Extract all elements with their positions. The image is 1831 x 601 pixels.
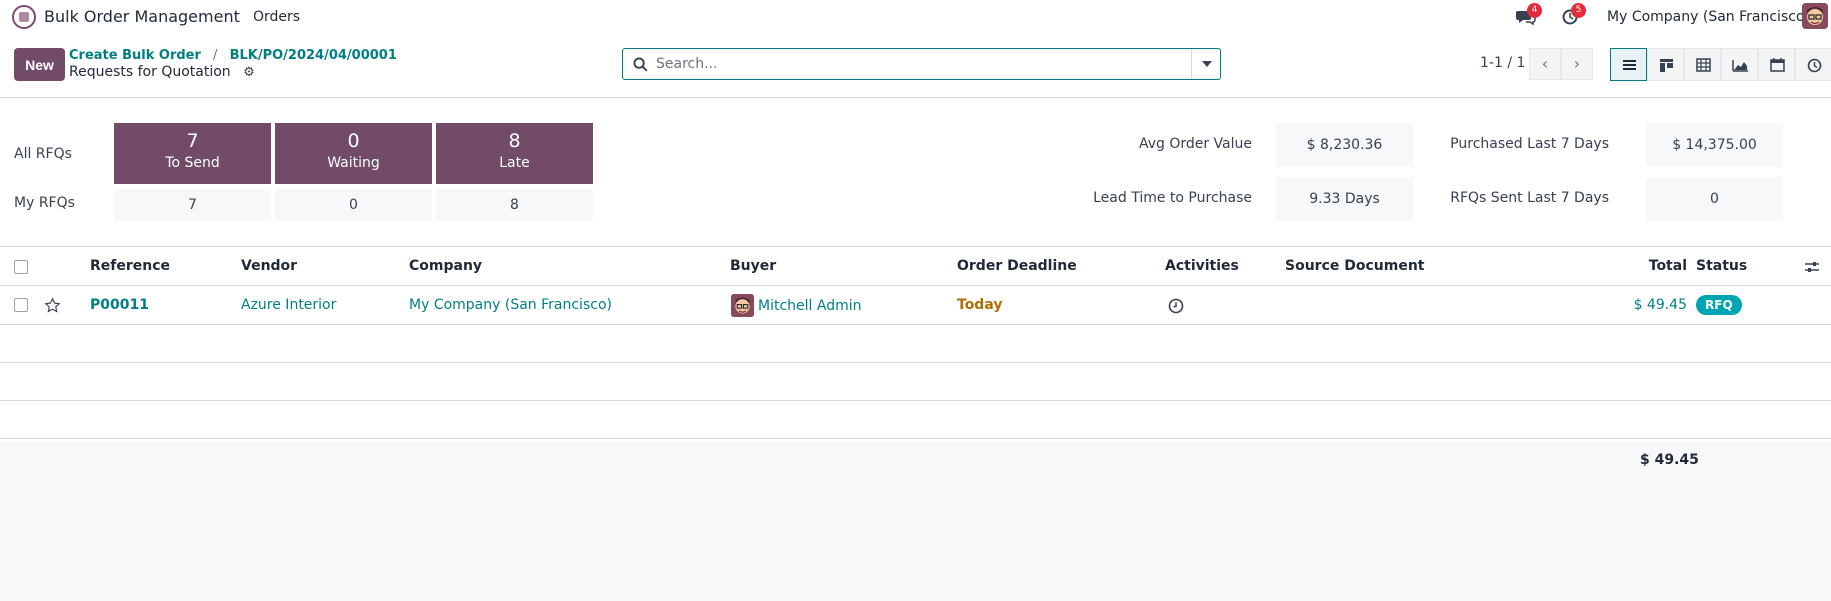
row-order-deadline: Today [957, 297, 1003, 313]
pivot-view-button[interactable] [1684, 48, 1721, 81]
column-reference[interactable]: Reference [90, 258, 170, 274]
activity-clock-icon[interactable] [1168, 298, 1184, 314]
search-icon [633, 57, 648, 72]
company-switcher[interactable]: My Company (San Francisco) [1607, 9, 1810, 25]
table-row[interactable]: P00011 Azure Interior My Company (San Fr… [0, 286, 1831, 325]
lead-time-value: 9.33 Days [1276, 177, 1413, 221]
avg-order-value-label: Avg Order Value [1138, 136, 1252, 152]
optional-columns-icon[interactable] [1804, 260, 1820, 274]
area-chart-icon [1732, 60, 1748, 72]
my-to-send[interactable]: 7 [114, 189, 271, 221]
top-navbar: Bulk Order Management Orders 4 5 My Comp… [0, 0, 1831, 34]
tile-waiting-count: 0 [347, 130, 360, 152]
page-title: Requests for Quotation ⚙ [69, 64, 255, 80]
kanban-view-button[interactable] [1647, 48, 1684, 81]
page-title-text: Requests for Quotation [69, 64, 231, 80]
app-logo-icon[interactable] [12, 5, 36, 29]
control-panel: New Create Bulk Order / BLK/PO/2024/04/0… [0, 44, 1831, 98]
table-header: Reference Vendor Company Buyer Order Dea… [0, 248, 1831, 286]
messages-badge: 4 [1527, 3, 1542, 18]
table-footer: $ 49.45 [0, 442, 1831, 601]
column-total[interactable]: Total [1649, 258, 1687, 274]
tile-waiting[interactable]: 0 Waiting [275, 123, 432, 184]
app-title[interactable]: Bulk Order Management [44, 7, 240, 26]
my-waiting[interactable]: 0 [275, 189, 432, 221]
my-rfqs-label: My RFQs [14, 195, 75, 211]
footer-total: $ 49.45 [1640, 452, 1699, 468]
pager-value[interactable]: 1-1 / 1 [1480, 55, 1525, 71]
lead-time-label: Lead Time to Purchase [1093, 190, 1252, 206]
row-buyer[interactable]: Mitchell Admin [758, 298, 862, 314]
pager-previous-button[interactable]: ‹ [1529, 48, 1561, 80]
tile-late-count: 8 [508, 130, 521, 152]
select-all-checkbox[interactable] [14, 260, 28, 274]
status-badge: RFQ [1696, 295, 1742, 315]
rfqs-sent-last-7-days-value: 0 [1646, 177, 1783, 221]
empty-row [0, 325, 1831, 363]
activities-button[interactable]: 5 [1562, 3, 1586, 26]
column-source-document[interactable]: Source Document [1285, 258, 1425, 274]
tile-to-send-label: To Send [165, 155, 220, 171]
breadcrumb: Create Bulk Order / BLK/PO/2024/04/00001 [69, 48, 397, 63]
tile-to-send-count: 7 [186, 130, 199, 152]
column-vendor[interactable]: Vendor [241, 258, 297, 274]
avg-order-value: $ 8,230.36 [1276, 123, 1413, 167]
calendar-view-button[interactable] [1758, 48, 1795, 81]
user-avatar[interactable] [1802, 3, 1828, 29]
row-checkbox[interactable] [14, 298, 28, 312]
clock-icon [1807, 58, 1822, 73]
activities-badge: 5 [1571, 3, 1586, 18]
search-input[interactable] [656, 53, 1176, 75]
tile-waiting-label: Waiting [327, 155, 380, 171]
gear-icon[interactable]: ⚙ [243, 65, 255, 80]
buyer-avatar [731, 294, 754, 317]
column-buyer[interactable]: Buyer [730, 258, 776, 274]
row-vendor[interactable]: Azure Interior [241, 297, 336, 313]
row-company[interactable]: My Company (San Francisco) [409, 297, 612, 313]
breadcrumb-bulk-order-ref[interactable]: BLK/PO/2024/04/00001 [230, 48, 397, 63]
menu-orders[interactable]: Orders [253, 9, 300, 25]
tile-late-label: Late [499, 155, 530, 171]
purchased-last-7-days-label: Purchased Last 7 Days [1450, 136, 1609, 152]
column-activities[interactable]: Activities [1165, 258, 1239, 274]
messages-button[interactable]: 4 [1516, 3, 1542, 26]
new-button[interactable]: New [14, 48, 65, 81]
graph-view-button[interactable] [1721, 48, 1758, 81]
avatar-face-icon [731, 294, 754, 317]
rfqs-sent-last-7-days-label: RFQs Sent Last 7 Days [1450, 190, 1609, 206]
empty-row [0, 401, 1831, 439]
column-company[interactable]: Company [409, 258, 482, 274]
list-icon [1623, 60, 1636, 70]
avatar-face-icon [1802, 3, 1828, 29]
row-total: $ 49.45 [1633, 297, 1687, 313]
breadcrumb-separator: / [213, 48, 218, 63]
search-options-toggle[interactable] [1191, 49, 1220, 79]
activity-view-button[interactable] [1795, 48, 1831, 81]
column-status[interactable]: Status [1696, 258, 1747, 274]
purchased-last-7-days-value: $ 14,375.00 [1646, 123, 1783, 167]
star-icon[interactable] [44, 297, 61, 314]
my-late[interactable]: 8 [436, 189, 593, 221]
pager-next-button[interactable]: › [1561, 48, 1593, 80]
row-reference[interactable]: P00011 [90, 297, 149, 313]
search-bar [622, 48, 1221, 80]
column-order-deadline[interactable]: Order Deadline [957, 258, 1077, 274]
tile-late[interactable]: 8 Late [436, 123, 593, 184]
calendar-icon [1770, 58, 1785, 72]
table-icon [1696, 58, 1711, 72]
breadcrumb-create-bulk-order[interactable]: Create Bulk Order [69, 48, 201, 63]
list-view-button[interactable] [1610, 48, 1647, 81]
purchase-dashboard: All RFQs My RFQs 7 To Send 0 Waiting 8 L… [0, 99, 1831, 247]
tile-to-send[interactable]: 7 To Send [114, 123, 271, 184]
empty-row [0, 363, 1831, 401]
all-rfqs-label: All RFQs [14, 146, 72, 162]
kanban-icon [1660, 59, 1673, 72]
